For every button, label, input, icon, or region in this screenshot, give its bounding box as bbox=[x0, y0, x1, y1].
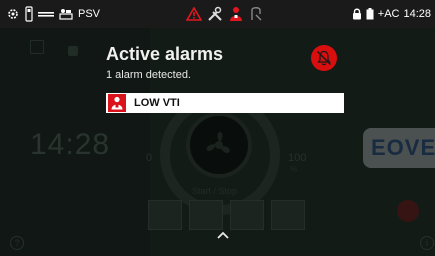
alarm-label: LOW VTI bbox=[134, 97, 180, 109]
warning-triangle-icon[interactable] bbox=[186, 7, 202, 21]
alarm-panel-title: Active alarms bbox=[106, 44, 224, 64]
status-bar-alerts bbox=[186, 0, 263, 28]
alarm-history-icon[interactable] bbox=[249, 6, 263, 22]
status-bar-left: PSV bbox=[6, 0, 100, 28]
tube-icon bbox=[38, 10, 54, 18]
patient-alarm-icon bbox=[108, 94, 126, 112]
power-label: AC bbox=[384, 8, 400, 20]
chevron-up-icon[interactable] bbox=[216, 230, 230, 240]
active-alarms-panel: Active alarms 1 alarm detected. LOW VTI bbox=[96, 36, 364, 128]
status-time: 14:28 bbox=[403, 8, 431, 20]
lock-icon[interactable] bbox=[352, 8, 362, 20]
ventilation-mode-label: PSV bbox=[78, 8, 101, 20]
power-source-label: +AC bbox=[378, 8, 400, 20]
patient-alarm-icon[interactable] bbox=[228, 6, 244, 22]
muted-bell-icon bbox=[317, 50, 331, 66]
device-icon bbox=[25, 6, 33, 22]
patient-mode-icon bbox=[59, 7, 73, 21]
battery-icon bbox=[366, 8, 374, 20]
status-bar: PSV +AC 14:28 bbox=[0, 0, 435, 28]
status-bar-right: +AC 14:28 bbox=[352, 0, 431, 28]
alarm-silence-button[interactable] bbox=[311, 45, 337, 71]
settings-icon[interactable] bbox=[6, 7, 20, 21]
alarm-list-item[interactable]: LOW VTI bbox=[106, 93, 344, 113]
alarm-panel-subtitle: 1 alarm detected. bbox=[106, 69, 191, 81]
tools-icon[interactable] bbox=[207, 6, 223, 22]
